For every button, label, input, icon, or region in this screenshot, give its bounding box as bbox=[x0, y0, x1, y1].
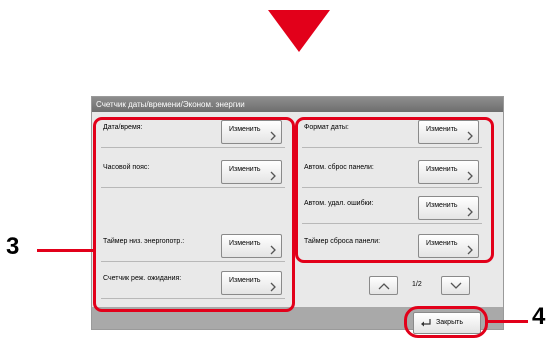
chevron-right-icon bbox=[270, 131, 276, 141]
button-label: Изменить bbox=[229, 126, 261, 133]
callout-number-left: 3 bbox=[6, 233, 20, 260]
down-triangle-icon bbox=[268, 10, 330, 52]
setting-label: Автом. удал. ошибки: bbox=[304, 200, 374, 207]
setting-label: Счетчик реж. ожидания: bbox=[103, 275, 182, 282]
divider bbox=[302, 187, 482, 188]
chevron-up-icon bbox=[378, 283, 390, 290]
button-label: Изменить bbox=[426, 126, 458, 133]
callout-leader-left bbox=[37, 249, 95, 252]
close-button[interactable]: Закрыть bbox=[413, 312, 481, 334]
divider bbox=[101, 261, 285, 262]
divider bbox=[302, 261, 482, 262]
change-standby-counter-button[interactable]: Изменить bbox=[221, 271, 282, 295]
divider bbox=[302, 223, 482, 224]
chevron-right-icon bbox=[270, 282, 276, 292]
change-time-zone-button[interactable]: Изменить bbox=[221, 160, 282, 184]
window-title: Счетчик даты/времени/Эконом. энергии bbox=[92, 97, 503, 112]
callout-leader-right bbox=[488, 320, 528, 323]
chevron-down-icon bbox=[450, 282, 462, 289]
setting-label: Таймер сброса панели: bbox=[304, 238, 381, 245]
change-auto-panel-reset-button[interactable]: Изменить bbox=[418, 160, 479, 184]
chevron-right-icon bbox=[467, 131, 473, 141]
button-label: Изменить bbox=[426, 166, 458, 173]
setting-label: Дата/время: bbox=[103, 124, 143, 131]
button-label: Изменить bbox=[426, 202, 458, 209]
change-low-power-timer-button[interactable]: Изменить bbox=[221, 234, 282, 258]
chevron-right-icon bbox=[270, 245, 276, 255]
chevron-right-icon bbox=[467, 207, 473, 217]
change-date-format-button[interactable]: Изменить bbox=[418, 120, 479, 144]
setting-label: Таймер низ. энергопотр.: bbox=[103, 238, 185, 245]
setting-label: Часовой пояс: bbox=[103, 164, 150, 171]
button-label: Изменить bbox=[229, 166, 261, 173]
divider bbox=[302, 147, 482, 148]
setting-label: Автом. сброс панели: bbox=[304, 164, 374, 171]
change-date-time-button[interactable]: Изменить bbox=[221, 120, 282, 144]
button-label: Изменить bbox=[229, 240, 261, 247]
chevron-right-icon bbox=[270, 171, 276, 181]
page-indicator: 1/2 bbox=[412, 281, 422, 288]
change-panel-reset-timer-button[interactable]: Изменить bbox=[418, 234, 479, 258]
setting-label: Формат даты: bbox=[304, 124, 349, 131]
divider bbox=[101, 147, 285, 148]
return-arrow-icon bbox=[421, 319, 431, 327]
page-up-button[interactable] bbox=[369, 276, 398, 295]
change-auto-error-clear-button[interactable]: Изменить bbox=[418, 196, 479, 220]
close-label: Закрыть bbox=[436, 319, 463, 326]
button-label: Изменить bbox=[426, 240, 458, 247]
chevron-right-icon bbox=[467, 245, 473, 255]
callout-number-right: 4 bbox=[532, 303, 546, 330]
button-label: Изменить bbox=[229, 277, 261, 284]
divider bbox=[101, 187, 285, 188]
chevron-right-icon bbox=[467, 171, 473, 181]
page-down-button[interactable] bbox=[441, 276, 470, 295]
divider bbox=[101, 298, 285, 299]
